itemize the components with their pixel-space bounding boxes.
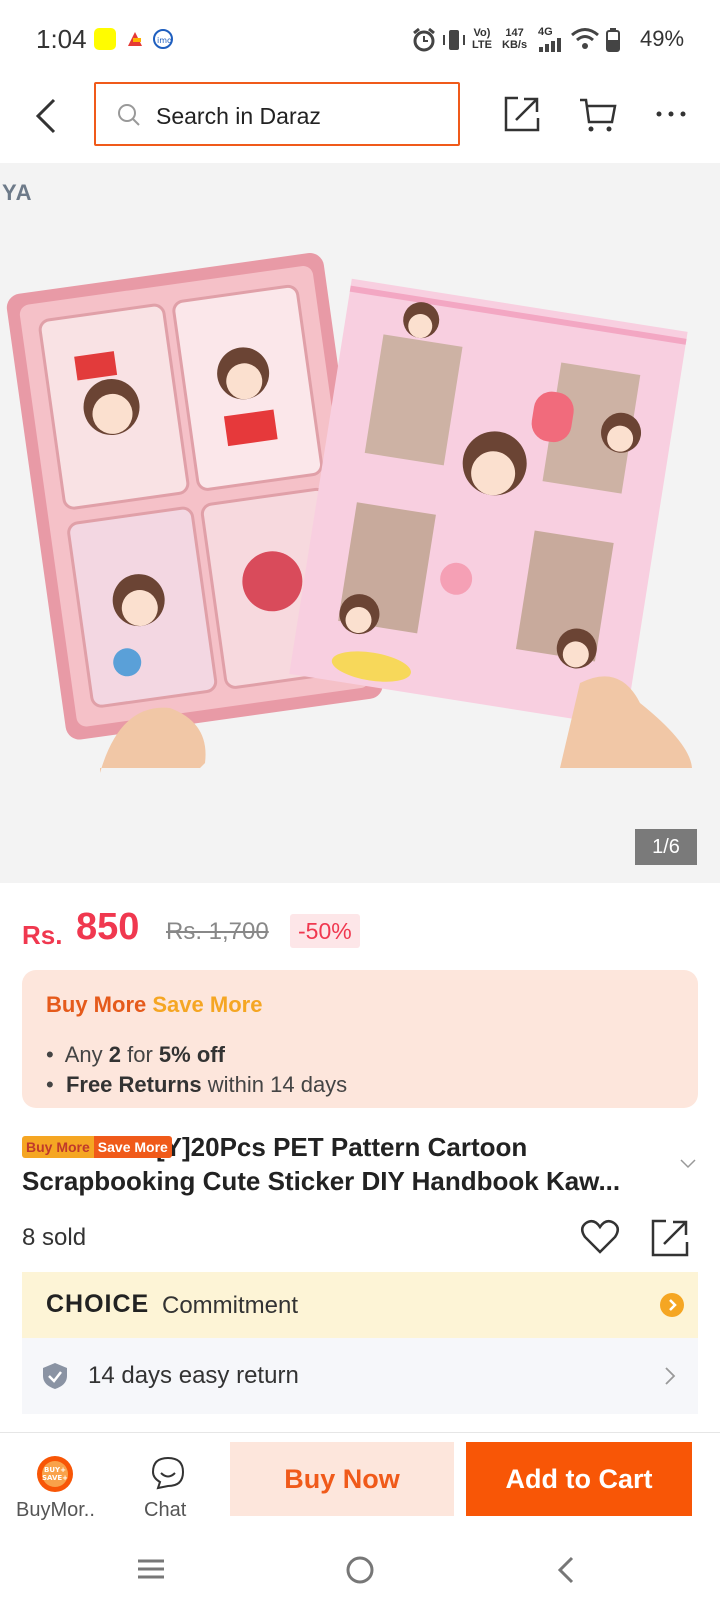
- share-icon: [504, 96, 540, 132]
- price-original: Rs. 1,700: [166, 918, 269, 945]
- buy-more-label: BuyMor..: [16, 1499, 95, 1521]
- promo-title-save-more: Save More: [152, 992, 263, 1017]
- app-notification-icon: [124, 28, 146, 50]
- price-current: 850: [76, 906, 140, 948]
- chevron-left-icon: [557, 1556, 574, 1584]
- messenger-icon: imo: [152, 28, 174, 50]
- share-button[interactable]: [504, 96, 540, 137]
- shield-check-icon: [43, 1363, 67, 1389]
- more-horizontal-icon: [656, 111, 686, 117]
- sold-count: 8 sold: [22, 1224, 87, 1251]
- product-image: [6, 253, 692, 773]
- wifi-icon: [570, 26, 600, 57]
- vibrate-icon: [440, 26, 468, 59]
- battery-icon: [606, 28, 620, 57]
- image-counter: 1/6: [635, 829, 697, 865]
- chat-label: Chat: [144, 1499, 187, 1521]
- chat-button[interactable]: Chat: [130, 1433, 210, 1533]
- share-icon: [651, 1219, 689, 1257]
- svg-text:BUY+: BUY+: [44, 1466, 66, 1474]
- network-speed: 147 KB/s: [502, 27, 528, 51]
- alarm-icon: [410, 26, 438, 59]
- choice-commitment-label: Commitment: [162, 1292, 299, 1319]
- home-button[interactable]: [344, 1554, 376, 1591]
- brand-watermark: YA: [2, 180, 33, 205]
- search-input[interactable]: Search in Daraz: [94, 82, 460, 146]
- add-to-cart-button[interactable]: Add to Cart: [466, 1442, 692, 1516]
- promo-line-returns: • Free Returns within 14 days: [46, 1072, 348, 1097]
- buy-now-button[interactable]: Buy Now: [230, 1442, 454, 1516]
- expand-title-button[interactable]: [680, 1156, 696, 1174]
- heart-icon: [581, 1219, 619, 1254]
- recent-apps-button[interactable]: [136, 1554, 166, 1589]
- chevron-down-icon: [680, 1159, 696, 1169]
- svg-text:SAVE+: SAVE+: [42, 1474, 68, 1482]
- battery-percent: 49%: [640, 26, 685, 51]
- back-button[interactable]: [30, 96, 66, 136]
- cart-button[interactable]: [578, 96, 618, 139]
- promo-title: Buy More Save More: [46, 992, 262, 1018]
- signal-icon: 4G: [538, 26, 566, 52]
- status-time: 1:04: [36, 24, 87, 54]
- cart-icon: [580, 98, 617, 132]
- svg-text:imo: imo: [157, 36, 172, 45]
- discount-badge: -50%: [290, 914, 360, 948]
- chevron-left-icon: [35, 98, 56, 134]
- buy-more-button[interactable]: BUY+ SAVE+ BuyMor..: [14, 1433, 104, 1533]
- snapchat-icon: [94, 28, 116, 50]
- chat-icon: [151, 1456, 185, 1490]
- search-icon: [118, 104, 140, 126]
- wishlist-button[interactable]: [580, 1218, 620, 1261]
- buy-more-save-more-icon: BUY+ SAVE+: [37, 1456, 73, 1492]
- chevron-right-circle-icon: [660, 1293, 684, 1317]
- system-back-button[interactable]: [554, 1554, 578, 1591]
- price-currency: Rs.: [22, 920, 63, 950]
- product-image-gallery[interactable]: [0, 163, 720, 883]
- menu-icon: [138, 1559, 164, 1579]
- network-type: 4G: [538, 26, 553, 38]
- chevron-right-icon: [665, 1367, 676, 1385]
- status-bar: 1:04 imo Vo) LTE 147 KB/s 4G 49%: [0, 0, 720, 80]
- buy-more-save-more-badge: Buy More Save More: [22, 1136, 172, 1158]
- more-options-button[interactable]: [656, 96, 688, 137]
- volte-indicator: Vo) LTE: [472, 27, 492, 51]
- system-navigation-bar: [0, 1532, 720, 1608]
- easy-return-row[interactable]: 14 days easy return: [22, 1338, 698, 1414]
- easy-return-label: 14 days easy return: [88, 1362, 299, 1389]
- choice-commitment-row[interactable]: CHOICE Commitment: [22, 1272, 698, 1338]
- home-circle-icon: [346, 1556, 374, 1584]
- choice-logo: CHOICE: [46, 1290, 150, 1318]
- promo-box[interactable]: Buy More Save More • Any 2 for 5% off • …: [22, 970, 698, 1108]
- promo-title-buy-more: Buy More: [46, 992, 147, 1017]
- promo-line-discount: • Any 2 for 5% off: [46, 1042, 225, 1067]
- share-product-button[interactable]: [650, 1218, 690, 1263]
- search-placeholder: Search in Daraz: [156, 103, 321, 129]
